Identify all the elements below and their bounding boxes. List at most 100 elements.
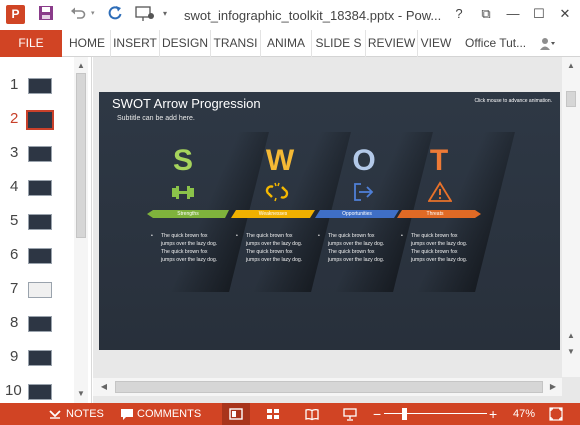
thumbnail-3[interactable]: 3 <box>0 144 74 178</box>
swot-letter-t: T <box>429 144 449 177</box>
canvas-scrollbar-horizontal[interactable]: ◀ ▶ <box>93 378 562 396</box>
scrollbar-thumb[interactable] <box>76 73 86 238</box>
slide-thumbnail-image[interactable] <box>28 146 52 162</box>
minimize-button[interactable]: — <box>503 4 523 24</box>
zoom-slider-thumb[interactable] <box>402 408 407 420</box>
thumbnail-9[interactable]: 9 <box>0 348 74 382</box>
normal-view-icon[interactable] <box>229 407 243 421</box>
slide-title[interactable]: SWOT Arrow Progression <box>112 96 261 111</box>
slide-number: 10 <box>5 382 22 399</box>
scroll-up-icon[interactable]: ▲ <box>564 329 578 343</box>
redo-icon[interactable] <box>107 5 123 21</box>
swot-letter-w: W <box>265 144 295 177</box>
scrollbar-thumb[interactable] <box>115 381 543 393</box>
fit-to-window-icon[interactable] <box>549 407 563 421</box>
slide-thumbnail-image[interactable] <box>28 282 52 298</box>
scroll-down-icon[interactable]: ▼ <box>74 387 88 401</box>
undo-icon[interactable] <box>70 5 86 21</box>
slide-sorter-icon[interactable] <box>266 407 280 421</box>
zoom-percent[interactable]: 47% <box>513 403 535 425</box>
broken-chain-icon <box>265 182 289 202</box>
slide-number: 6 <box>10 246 19 263</box>
zoom-slider-track[interactable] <box>384 413 487 414</box>
scrollbar-thumb[interactable] <box>566 91 576 107</box>
slide-number: 1 <box>10 76 19 93</box>
powerpoint-window: P ▾ ▾ swot_infographic_toolkit_18384.ppt… <box>0 0 580 425</box>
powerpoint-logo-icon: P <box>6 5 25 24</box>
slide-thumbnail-image[interactable] <box>28 248 52 264</box>
body-text[interactable]: The quick brown fox jumps over the lazy … <box>236 232 306 264</box>
thumbnail-2[interactable]: 2 <box>0 110 74 144</box>
document-title: swot_infographic_toolkit_18384.pptx - Po… <box>184 8 442 23</box>
save-icon[interactable] <box>38 5 54 21</box>
slide-canvas[interactable]: SWOT Arrow Progression Subtitle can be a… <box>99 92 560 350</box>
slide-thumbnail-image[interactable] <box>28 180 52 196</box>
notes-button[interactable]: NOTES <box>66 403 104 425</box>
slide-number: 5 <box>10 212 19 229</box>
tab-animations[interactable]: ANIMA <box>260 30 311 57</box>
tab-view[interactable]: VIEW <box>417 30 454 57</box>
thumbnails-scrollbar[interactable]: ▲ ▼ <box>74 57 88 403</box>
maximize-button[interactable]: ☐ <box>529 4 549 24</box>
undo-dropdown-icon[interactable]: ▾ <box>91 9 95 17</box>
avatar[interactable] <box>539 36 557 51</box>
slide-thumbnail-image[interactable] <box>28 214 52 230</box>
warning-triangle-icon <box>428 181 452 202</box>
zoom-in-button[interactable]: + <box>489 403 497 425</box>
tab-insert[interactable]: INSERT <box>110 30 159 57</box>
account-name[interactable]: Office Tut... <box>465 30 526 57</box>
ribbon-display-button[interactable]: ⧉ <box>476 4 496 24</box>
notes-icon <box>49 410 61 419</box>
tab-home[interactable]: HOME <box>64 30 110 57</box>
tab-slide-show[interactable]: SLIDE S <box>311 30 365 57</box>
band-label-opportunities: Opportunities <box>342 211 372 217</box>
customize-toolbar-icon[interactable]: ▾ <box>163 9 167 18</box>
tab-file[interactable]: FILE <box>0 30 62 57</box>
slide-thumbnail-image[interactable] <box>28 316 52 332</box>
thumbnail-6[interactable]: 6 <box>0 246 74 280</box>
title-bar: P ▾ ▾ swot_infographic_toolkit_18384.ppt… <box>0 0 580 30</box>
thumbnail-4[interactable]: 4 <box>0 178 74 212</box>
tab-design[interactable]: DESIGN <box>159 30 210 57</box>
thumbnail-7[interactable]: 7 <box>0 280 74 314</box>
slide-number: 4 <box>10 178 19 195</box>
exit-arrow-icon <box>354 183 374 201</box>
body-text[interactable]: The quick brown fox jumps over the lazy … <box>151 232 221 264</box>
band-label-strengths: Strengths <box>177 211 199 217</box>
close-button[interactable]: ✕ <box>555 4 575 24</box>
scroll-down-icon[interactable]: ▼ <box>564 345 578 359</box>
scroll-up-icon[interactable]: ▲ <box>74 59 88 73</box>
tab-review[interactable]: REVIEW <box>365 30 417 57</box>
dumbbell-icon <box>172 186 194 199</box>
reading-view-icon[interactable] <box>305 407 319 421</box>
swot-letter-s: S <box>172 144 193 177</box>
canvas-scrollbar-vertical[interactable]: ▲ ▲ ▼ <box>562 57 580 377</box>
slide-subtitle[interactable]: Subtitle can be add here. <box>117 115 195 122</box>
help-button[interactable]: ? <box>449 4 469 24</box>
band-label-threats: Threats <box>426 211 444 217</box>
tab-transitions[interactable]: TRANSI <box>210 30 260 57</box>
scroll-left-icon[interactable]: ◀ <box>97 380 111 394</box>
comments-button[interactable]: COMMENTS <box>137 403 201 425</box>
slide-thumbnail-image[interactable] <box>26 110 54 130</box>
slide-thumbnail-image[interactable] <box>28 78 52 94</box>
thumbnail-8[interactable]: 8 <box>0 314 74 348</box>
status-bar: NOTES COMMENTS − + 47% <box>0 403 580 425</box>
scroll-right-icon[interactable]: ▶ <box>546 380 560 394</box>
slide-number: 7 <box>10 280 19 297</box>
slide-number: 3 <box>10 144 19 161</box>
band-label-weaknesses: Weaknesses <box>258 211 288 217</box>
slide-thumbnail-image[interactable] <box>28 384 52 400</box>
present-icon[interactable] <box>134 5 156 23</box>
slide-editor: SWOT Arrow Progression Subtitle can be a… <box>93 57 580 403</box>
slide-thumbnails-pane: 1 2 3 4 5 6 7 8 9 10 ▲ ▼ <box>0 57 92 403</box>
slide-show-icon[interactable] <box>343 407 357 421</box>
scroll-up-icon[interactable]: ▲ <box>564 59 578 73</box>
body-text[interactable]: The quick brown fox jumps over the lazy … <box>318 232 388 264</box>
thumbnail-5[interactable]: 5 <box>0 212 74 246</box>
body-text[interactable]: The quick brown fox jumps over the lazy … <box>401 232 471 264</box>
thumbnail-1[interactable]: 1 <box>0 76 74 110</box>
slide-thumbnail-image[interactable] <box>28 350 52 366</box>
ribbon-tabs: FILE HOME INSERT DESIGN TRANSI ANIMA SLI… <box>0 30 580 57</box>
zoom-out-button[interactable]: − <box>373 403 381 425</box>
